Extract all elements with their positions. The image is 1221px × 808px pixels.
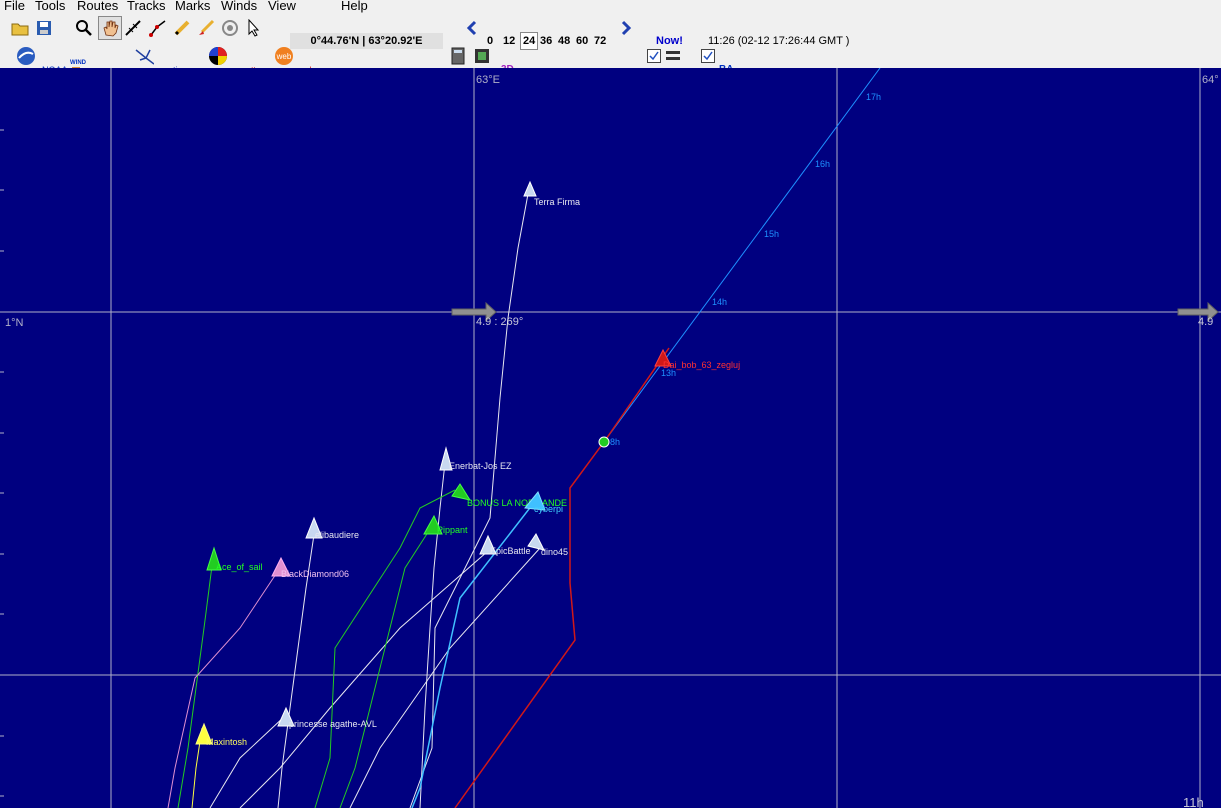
boat-maxintosh[interactable]: Maxintosh — [195, 722, 247, 747]
calculator-icon[interactable] — [448, 46, 468, 66]
webserver-icon[interactable]: web — [274, 46, 294, 66]
route-hour-16h: 16h — [815, 159, 830, 169]
boat-label: Terra Firma — [534, 197, 580, 207]
boat-label: elibaudiere — [315, 530, 359, 540]
track-pink — [167, 567, 281, 808]
route-hour-14h: 14h — [712, 297, 727, 307]
brush-icon[interactable] — [196, 18, 216, 38]
wind-arrow-right: 4.9 — [1177, 301, 1219, 328]
next-time-icon[interactable] — [616, 18, 636, 38]
menu-marks[interactable]: Marks — [175, 0, 210, 13]
regatta-icon[interactable] — [208, 46, 228, 66]
route-hour-15h: 15h — [764, 229, 779, 239]
hour-48[interactable]: 48 — [558, 33, 570, 49]
layers-icon[interactable] — [663, 46, 683, 66]
svg-text:web: web — [276, 52, 292, 61]
hour-72[interactable]: 72 — [594, 33, 606, 49]
hour-24[interactable]: 24 — [520, 32, 539, 50]
noaa-logo-icon[interactable] — [16, 46, 36, 66]
boat-label: princesse agathe-AVL — [289, 719, 377, 729]
routing-icon[interactable] — [134, 46, 154, 66]
boat-label: dino45 — [541, 547, 568, 557]
boat-label: BlackDiamond06 — [281, 569, 349, 579]
menu-routes[interactable]: Routes — [77, 0, 118, 13]
pointer-icon[interactable] — [244, 18, 264, 38]
boat-label: EpicBattle — [490, 546, 531, 556]
save-icon[interactable] — [34, 18, 54, 38]
map-canvas[interactable]: 63°E 64° 1°N 4.9 : 269° 4.9 17h 16h 15h … — [0, 68, 1221, 808]
lat-ticks — [0, 129, 4, 797]
lat-label: 1°N — [5, 317, 24, 329]
boat-label: Pippant — [437, 525, 468, 535]
menu-winds[interactable]: Winds — [221, 0, 257, 13]
boat-label: Ace_of_sail — [216, 562, 263, 572]
boat-dai-bob[interactable]: Dai_bob_63_zegluj — [654, 348, 740, 370]
boat-dino45[interactable]: dino45 — [527, 533, 568, 557]
route-hour-8h: 8h — [610, 437, 620, 447]
hour-36[interactable]: 36 — [540, 33, 552, 49]
hour-60[interactable]: 60 — [576, 33, 588, 49]
menu-file[interactable]: File — [4, 0, 25, 13]
boat-elibaudiere[interactable]: elibaudiere — [305, 516, 359, 540]
layers-checkbox[interactable] — [647, 49, 661, 63]
menu-view[interactable]: View — [268, 0, 296, 13]
boat-label: Dai_bob_63_zegluj — [663, 360, 740, 370]
measure-ruler-icon[interactable] — [123, 18, 143, 38]
menu-help[interactable]: Help — [341, 0, 368, 13]
wind-readout-right: 4.9 — [1198, 316, 1213, 328]
boat-label: cyberpi — [534, 504, 563, 514]
chart-map[interactable]: 63°E 64° 1°N 4.9 : 269° 4.9 17h 16h 15h … — [0, 68, 1221, 808]
boat-label: Maxintosh — [206, 737, 247, 747]
ba-checkbox[interactable] — [701, 49, 715, 63]
boat-enerbat[interactable]: Enerbat-Jos EZ — [439, 446, 512, 471]
time-corner-label: 11h — [1183, 795, 1204, 808]
zoom-icon[interactable] — [74, 18, 94, 38]
boat-pippant[interactable]: Pippant — [423, 514, 468, 535]
boat-label: Enerbat-Jos EZ — [449, 461, 512, 471]
boat-ace-of-sail[interactable]: Ace_of_sail — [206, 546, 263, 572]
menu-bar: File Tools Routes Tracks Marks Winds Vie… — [0, 0, 1221, 14]
toolbar: 0°44.76'N | 63°20.92'E 0 12 24 36 48 60 … — [0, 14, 1221, 77]
target-icon[interactable] — [220, 18, 240, 38]
pencil-icon[interactable] — [172, 18, 192, 38]
current-position-marker[interactable] — [598, 436, 610, 448]
lon-label-right: 64° — [1202, 74, 1219, 86]
route-line[interactable] — [603, 68, 881, 443]
route-line-icon[interactable] — [148, 18, 168, 38]
route-hour-17h: 17h — [866, 92, 881, 102]
track-red — [454, 347, 670, 808]
hour-12[interactable]: 12 — [503, 33, 515, 49]
boat-terra-firma[interactable]: Terra Firma — [523, 180, 580, 207]
menu-tools[interactable]: Tools — [35, 0, 65, 13]
pan-hand-icon[interactable] — [98, 16, 122, 40]
menu-tracks[interactable]: Tracks — [127, 0, 166, 13]
device-icon[interactable] — [472, 46, 492, 66]
lon-label-left: 63°E — [476, 74, 500, 86]
clock-readout: 11:26 (02-12 17:26:44 GMT ) — [708, 35, 850, 47]
open-folder-icon[interactable] — [10, 18, 30, 38]
cursor-coordinates: 0°44.76'N | 63°20.92'E — [290, 33, 443, 49]
wind-arrow-center: 4.9 : 269° — [451, 301, 523, 328]
prev-time-icon[interactable] — [462, 18, 482, 38]
wind-readout-center: 4.9 : 269° — [476, 316, 523, 328]
